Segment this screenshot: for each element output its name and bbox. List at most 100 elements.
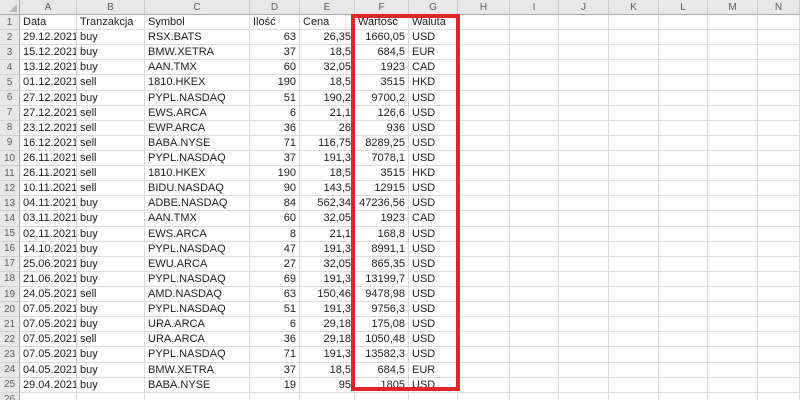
- cell-G9[interactable]: USD: [409, 136, 458, 151]
- cell-B26[interactable]: [77, 393, 145, 400]
- cell-A3[interactable]: 15.12.2021: [20, 45, 77, 60]
- cell-M17[interactable]: [708, 257, 758, 272]
- cell-G8[interactable]: USD: [409, 121, 458, 136]
- cell-F19[interactable]: 9478,98: [355, 287, 409, 302]
- cell-L8[interactable]: [659, 121, 708, 136]
- cell-B18[interactable]: buy: [77, 272, 145, 287]
- cell-K14[interactable]: [609, 211, 659, 226]
- cell-F6[interactable]: 9700,2: [355, 91, 409, 106]
- cell-F16[interactable]: 8991,1: [355, 242, 409, 257]
- cell-A18[interactable]: 21.06.2021: [20, 272, 77, 287]
- cell-G14[interactable]: CAD: [409, 211, 458, 226]
- cell-C6[interactable]: PYPL.NASDAQ: [145, 91, 250, 106]
- cell-N23[interactable]: [758, 347, 800, 362]
- cell-N12[interactable]: [758, 181, 800, 196]
- cell-C16[interactable]: PYPL.NASDAQ: [145, 242, 250, 257]
- cell-G11[interactable]: HKD: [409, 166, 458, 181]
- cell-K26[interactable]: [609, 393, 659, 400]
- cell-I22[interactable]: [510, 332, 559, 347]
- cell-C23[interactable]: PYPL.NASDAQ: [145, 347, 250, 362]
- cell-D6[interactable]: 51: [250, 91, 300, 106]
- cell-G22[interactable]: USD: [409, 332, 458, 347]
- cell-F2[interactable]: 1660,05: [355, 30, 409, 45]
- row-header-23[interactable]: 23: [0, 347, 20, 362]
- cell-A15[interactable]: 02.11.2021: [20, 227, 77, 242]
- cell-M10[interactable]: [708, 151, 758, 166]
- row-header-25[interactable]: 25: [0, 378, 20, 393]
- cell-D25[interactable]: 19: [250, 378, 300, 393]
- cell-B12[interactable]: sell: [77, 181, 145, 196]
- cell-M13[interactable]: [708, 196, 758, 211]
- cell-I1[interactable]: [510, 15, 559, 30]
- cell-J22[interactable]: [559, 332, 609, 347]
- cell-E21[interactable]: 29,18: [300, 317, 355, 332]
- cell-K10[interactable]: [609, 151, 659, 166]
- cell-J4[interactable]: [559, 60, 609, 75]
- cell-I16[interactable]: [510, 242, 559, 257]
- cell-B25[interactable]: buy: [77, 378, 145, 393]
- cell-H9[interactable]: [458, 136, 510, 151]
- row-header-11[interactable]: 11: [0, 166, 20, 181]
- cell-N19[interactable]: [758, 287, 800, 302]
- cell-A9[interactable]: 16.12.2021: [20, 136, 77, 151]
- cell-H7[interactable]: [458, 106, 510, 121]
- row-header-12[interactable]: 12: [0, 181, 20, 196]
- cell-D22[interactable]: 36: [250, 332, 300, 347]
- cell-B19[interactable]: sell: [77, 287, 145, 302]
- cell-D17[interactable]: 27: [250, 257, 300, 272]
- cell-D19[interactable]: 63: [250, 287, 300, 302]
- cell-I10[interactable]: [510, 151, 559, 166]
- cell-G21[interactable]: USD: [409, 317, 458, 332]
- row-header-26[interactable]: 26: [0, 393, 20, 400]
- cell-I15[interactable]: [510, 227, 559, 242]
- cell-H16[interactable]: [458, 242, 510, 257]
- cell-J3[interactable]: [559, 45, 609, 60]
- cell-I6[interactable]: [510, 91, 559, 106]
- cell-D9[interactable]: 71: [250, 136, 300, 151]
- row-header-24[interactable]: 24: [0, 363, 20, 378]
- cell-M2[interactable]: [708, 30, 758, 45]
- cell-K9[interactable]: [609, 136, 659, 151]
- cell-J10[interactable]: [559, 151, 609, 166]
- cell-A4[interactable]: 13.12.2021: [20, 60, 77, 75]
- cell-E24[interactable]: 18,5: [300, 363, 355, 378]
- row-header-17[interactable]: 17: [0, 257, 20, 272]
- cell-H20[interactable]: [458, 302, 510, 317]
- cell-J26[interactable]: [559, 393, 609, 400]
- cell-I4[interactable]: [510, 60, 559, 75]
- cell-F4[interactable]: 1923: [355, 60, 409, 75]
- cell-N24[interactable]: [758, 363, 800, 378]
- cell-F26[interactable]: [355, 393, 409, 400]
- cell-F1[interactable]: Wartość: [355, 15, 409, 30]
- cell-N14[interactable]: [758, 211, 800, 226]
- cell-K20[interactable]: [609, 302, 659, 317]
- cell-M20[interactable]: [708, 302, 758, 317]
- cell-L13[interactable]: [659, 196, 708, 211]
- row-header-10[interactable]: 10: [0, 151, 20, 166]
- cell-N21[interactable]: [758, 317, 800, 332]
- cell-A6[interactable]: 27.12.2021: [20, 91, 77, 106]
- cell-J5[interactable]: [559, 75, 609, 90]
- cell-H10[interactable]: [458, 151, 510, 166]
- cell-M18[interactable]: [708, 272, 758, 287]
- cell-L26[interactable]: [659, 393, 708, 400]
- cell-N2[interactable]: [758, 30, 800, 45]
- cell-K8[interactable]: [609, 121, 659, 136]
- cell-G13[interactable]: USD: [409, 196, 458, 211]
- cell-L2[interactable]: [659, 30, 708, 45]
- cell-F12[interactable]: 12915: [355, 181, 409, 196]
- cell-I7[interactable]: [510, 106, 559, 121]
- row-header-1[interactable]: 1: [0, 15, 20, 30]
- cell-E15[interactable]: 21,1: [300, 227, 355, 242]
- cell-C9[interactable]: BABA.NYSE: [145, 136, 250, 151]
- cell-K11[interactable]: [609, 166, 659, 181]
- cell-B20[interactable]: buy: [77, 302, 145, 317]
- cell-M25[interactable]: [708, 378, 758, 393]
- cell-H14[interactable]: [458, 211, 510, 226]
- cell-I5[interactable]: [510, 75, 559, 90]
- cell-N9[interactable]: [758, 136, 800, 151]
- cell-K2[interactable]: [609, 30, 659, 45]
- cell-F7[interactable]: 126,6: [355, 106, 409, 121]
- cell-A26[interactable]: [20, 393, 77, 400]
- cell-I24[interactable]: [510, 363, 559, 378]
